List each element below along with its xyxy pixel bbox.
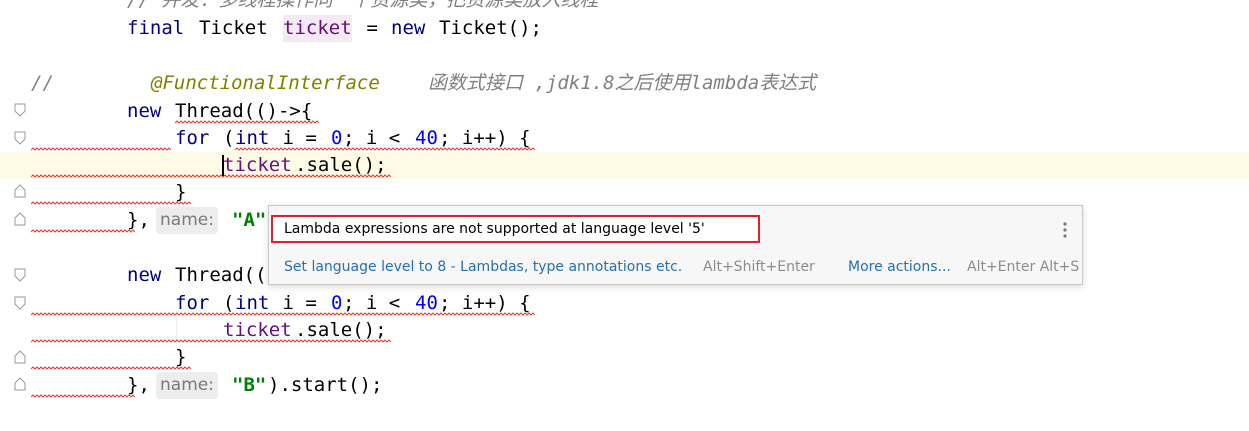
error-underline	[235, 147, 535, 151]
set-language-level-link[interactable]: Set language level to 8 - Lambdas, type …	[284, 254, 682, 280]
error-underline	[31, 174, 391, 178]
code-line: // @FunctionalInterface 函数式接口 ,jdk1.8之后使…	[0, 70, 1249, 97]
thread-lambda: Thread((	[175, 264, 267, 286]
keyword-for: for	[175, 127, 210, 149]
string-literal-b: "B"	[232, 374, 267, 396]
error-tooltip-popup: Lambda expressions are not supported at …	[268, 205, 1083, 285]
keyword-new: new	[127, 100, 162, 122]
annotation-functional-interface: @FunctionalInterface	[151, 72, 380, 94]
assign-operator: =	[355, 17, 390, 39]
code-line: ticket .sale();	[0, 317, 1249, 344]
error-underline	[31, 366, 191, 370]
more-vertical-icon[interactable]	[1058, 220, 1072, 240]
code-line: }	[0, 179, 1249, 206]
code-line: }, name: "B" ).start();	[0, 372, 1249, 399]
param-hint-name: name:	[156, 372, 218, 399]
string-literal-a: "A"	[232, 209, 267, 231]
comment-slashes: //	[31, 72, 54, 94]
constructor-call: Ticket();	[439, 17, 542, 39]
start-call: ).start();	[268, 374, 383, 396]
code-line: // 并发：多线程操作同一个资源类，把资源类放入线程	[0, 0, 1249, 14]
annotation-note-comment: 函数式接口 ,jdk1.8之后使用lambda表达式	[428, 72, 817, 94]
for-open-paren: (	[223, 127, 235, 149]
keyword-new: new	[391, 17, 426, 39]
code-line: for ( int i = 0 ; i < 40 ; i++) {	[0, 290, 1249, 317]
more-actions-link[interactable]: More actions...	[848, 254, 951, 280]
code-comment: // 并发：多线程操作同一个资源类，把资源类放入线程	[127, 0, 599, 11]
more-actions-shortcut: Alt+Enter Alt+S	[967, 259, 1080, 275]
error-message: Lambda expressions are not supported at …	[271, 215, 760, 243]
error-underline	[31, 229, 135, 233]
error-underline	[31, 312, 535, 316]
variable-ticket: ticket	[283, 15, 352, 42]
code-editor[interactable]: // 并发：多线程操作同一个资源类，把资源类放入线程 final Ticket …	[0, 0, 1249, 431]
keyword-new: new	[127, 264, 162, 286]
keyword-final: final	[127, 17, 185, 39]
error-underline	[31, 394, 135, 398]
quick-fix-row: Set language level to 8 - Lambdas, type …	[269, 254, 1082, 280]
code-line: final Ticket ticket = new Ticket();	[0, 15, 1249, 42]
text-caret	[222, 155, 224, 176]
code-line-current: ticket .sale();	[0, 152, 1249, 179]
error-underline	[31, 339, 391, 343]
code-line: for ( int i = 0 ; i < 40 ; i++) {	[0, 125, 1249, 152]
code-line: }	[0, 344, 1249, 371]
param-hint-name: name:	[156, 207, 218, 234]
error-underline	[175, 120, 319, 124]
fix-shortcut: Alt+Shift+Enter	[703, 259, 815, 275]
type-name: Ticket	[199, 17, 268, 39]
error-underline	[31, 147, 171, 151]
error-underline	[31, 201, 191, 205]
code-line: new Thread(()->{	[0, 98, 1249, 125]
